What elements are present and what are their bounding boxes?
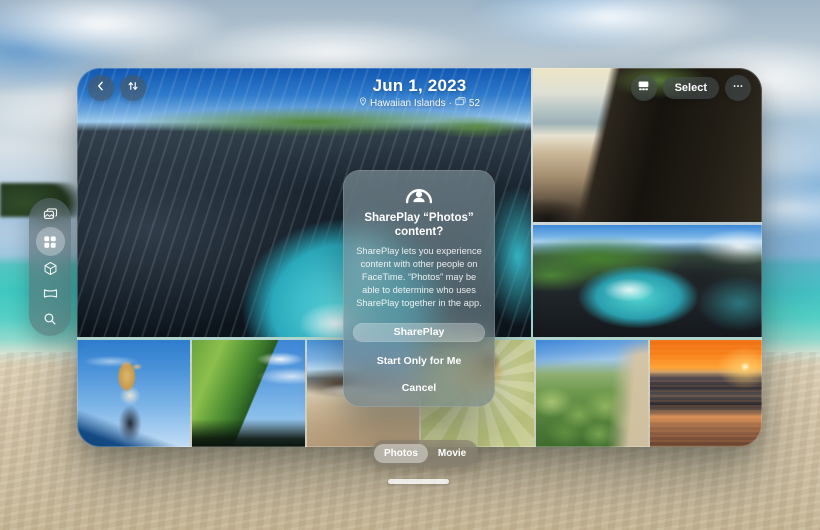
thumbnails-icon — [637, 79, 650, 97]
spatial-cube-icon — [43, 261, 58, 276]
photo-stack-icon — [455, 97, 466, 109]
photo-green-cliffs[interactable] — [192, 340, 305, 447]
sidebar-item-photos[interactable] — [37, 202, 63, 227]
photos-sidebar — [29, 198, 71, 336]
photo-person-lookout[interactable] — [77, 340, 190, 447]
ellipsis-icon — [732, 79, 744, 97]
more-button[interactable] — [725, 75, 751, 101]
pin-icon — [359, 97, 367, 109]
tab-photos[interactable]: Photos — [374, 444, 428, 463]
sidebar-item-search[interactable] — [37, 307, 63, 332]
photo-black-sand-cove[interactable] — [533, 225, 762, 337]
dialog-body: SharePlay lets you experience content wi… — [353, 245, 485, 310]
panorama-icon — [43, 286, 58, 301]
window-drag-bar[interactable] — [388, 479, 449, 484]
sidebar-item-spatial[interactable] — [37, 256, 63, 281]
search-icon — [43, 312, 57, 326]
start-only-for-me-button[interactable]: Start Only for Me — [353, 355, 485, 367]
tab-movie[interactable]: Movie — [428, 444, 476, 463]
albums-grid-icon — [43, 235, 57, 249]
visionos-scene: Jun 1, 2023 Hawaiian Islands · 52 — [0, 0, 820, 530]
shareplay-person-icon — [402, 182, 436, 204]
sidebar-item-albums[interactable] — [36, 227, 65, 255]
view-options-button[interactable] — [631, 75, 657, 101]
cancel-button[interactable]: Cancel — [353, 382, 485, 394]
photo-count: 52 — [469, 98, 480, 109]
sidebar-item-panoramas[interactable] — [37, 281, 63, 306]
dialog-title: SharePlay “Photos” content? — [353, 211, 485, 240]
photo-sunset-beach[interactable] — [650, 340, 762, 447]
shareplay-dialog: SharePlay “Photos” content? SharePlay le… — [343, 170, 495, 407]
shareplay-button[interactable]: SharePlay — [353, 323, 485, 342]
photos-movie-segmented-control: Photos Movie — [372, 440, 478, 467]
location-label: Hawaiian Islands — [370, 98, 446, 109]
photo-cactus[interactable] — [536, 340, 648, 447]
select-button[interactable]: Select — [663, 77, 719, 99]
subtitle-separator: · — [449, 98, 452, 109]
photos-stack-icon — [43, 207, 58, 222]
